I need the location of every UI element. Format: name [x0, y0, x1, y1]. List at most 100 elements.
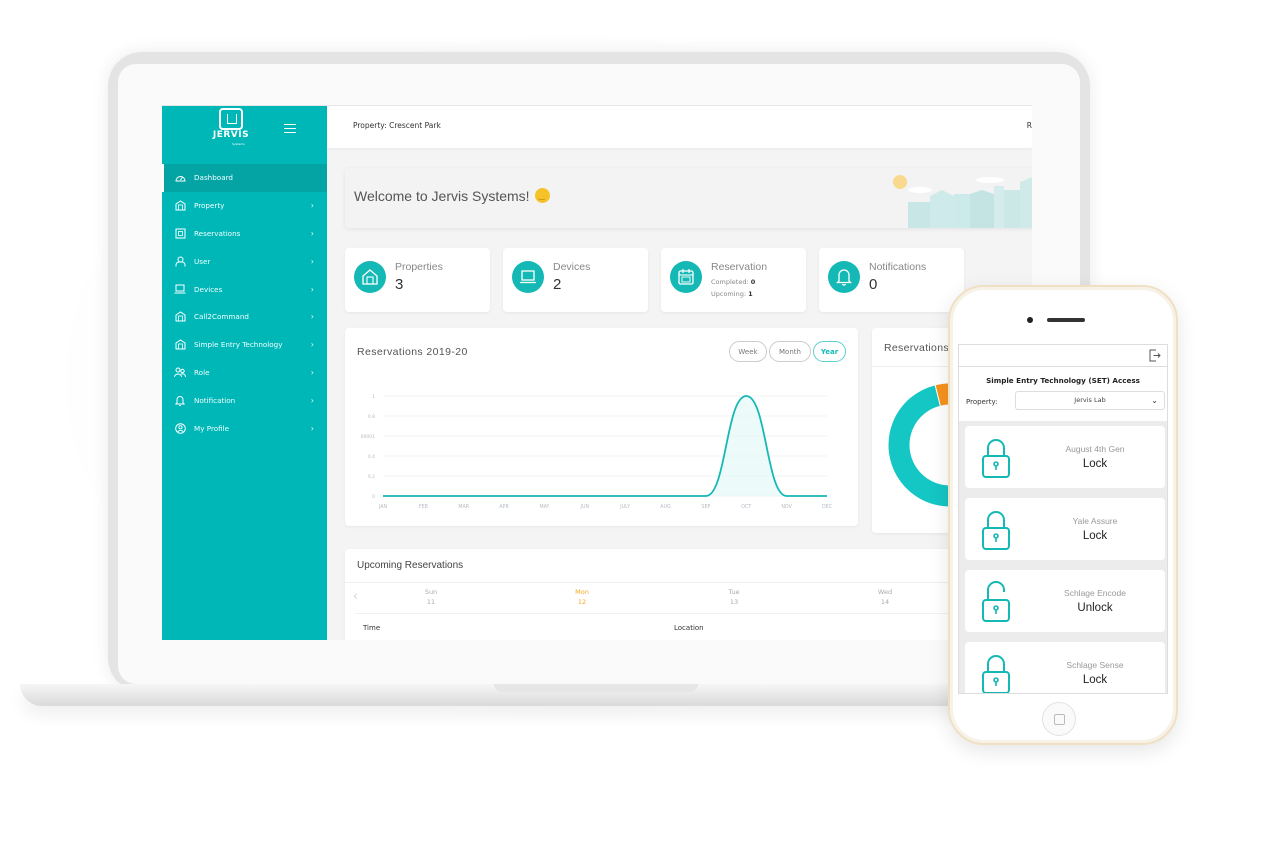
sidebar-item-label: Simple Entry Technology: [194, 340, 283, 350]
day-sun[interactable]: Sun 11: [401, 587, 461, 607]
current-property[interactable]: Property: Crescent Park: [353, 121, 441, 130]
divider: [345, 582, 1032, 583]
jervis-logo[interactable]: JERVIS Systems: [210, 108, 252, 154]
stat-value: 0: [869, 276, 878, 293]
topbar-right-text[interactable]: R: [1027, 121, 1032, 130]
day-wed[interactable]: Wed 14: [855, 587, 915, 607]
day-date: 14: [880, 598, 890, 606]
sidebar-nav: Dashboard Property › Reservations › User…: [162, 164, 327, 442]
sidebar-item-dashboard[interactable]: Dashboard: [162, 164, 327, 192]
sidebar-item-label: Notification: [194, 395, 236, 405]
city-illustration: [893, 175, 1032, 228]
x-tick-label: APR: [499, 504, 509, 510]
column-header-location: Location: [674, 624, 704, 632]
house-icon: [354, 261, 386, 293]
stat-card-reservation[interactable]: Reservation Completed: 0 Upcoming: 1: [661, 248, 806, 312]
laptop-notch: [494, 684, 698, 692]
day-date: 12: [577, 598, 587, 606]
x-tick-label: FEB: [419, 504, 428, 510]
lock-name: August 4th Gen: [1065, 444, 1125, 454]
sidebar-item-my-profile[interactable]: My Profile ›: [162, 414, 327, 442]
range-month-button[interactable]: Month: [769, 341, 811, 362]
upcoming-title: Upcoming Reservations: [357, 560, 464, 571]
bell-icon: [174, 394, 186, 406]
sidebar-item-label: Devices: [194, 284, 223, 294]
lock-action[interactable]: Unlock: [1025, 602, 1165, 614]
day-name: Tue: [728, 588, 740, 596]
completed-value: 0: [750, 278, 756, 286]
day-name: Mon: [575, 588, 589, 596]
lock-name: Schlage Sense: [1066, 660, 1124, 670]
sidebar-item-label: My Profile: [194, 423, 230, 433]
stat-card-notifications[interactable]: Notifications 0: [819, 248, 964, 312]
welcome-text-wrap: Welcome to Jervis Systems!: [354, 188, 551, 204]
x-tick-label: JAN: [378, 504, 388, 510]
reservations-line-chart: 0 0.2 0.4 00001 0.8 1 JAN FEB MAR APR MAY JUN JULY AU…: [361, 394, 833, 510]
chevron-right-icon: ›: [310, 201, 314, 211]
sidebar-item-reservations[interactable]: Reservations ›: [162, 220, 327, 248]
profile-icon: [174, 422, 186, 434]
range-year-button[interactable]: Year: [813, 341, 846, 362]
hamburger-menu-icon[interactable]: [284, 124, 296, 133]
logout-icon[interactable]: [1149, 349, 1161, 362]
upcoming-value: 1: [748, 290, 753, 298]
sidebar-item-property[interactable]: Property ›: [162, 192, 327, 220]
y-tick-label: 0.2: [368, 474, 375, 480]
stat-card-devices[interactable]: Devices 2: [503, 248, 648, 312]
chevron-right-icon: ›: [310, 340, 314, 350]
y-tick-label: 0.8: [368, 414, 375, 420]
sidebar-item-label: User: [194, 256, 211, 266]
range-week-button[interactable]: Week: [729, 341, 767, 362]
y-tick-label: 0: [372, 494, 375, 500]
sidebar: JERVIS Systems Dashboard Property › Rese…: [162, 106, 327, 640]
sidebar-item-user[interactable]: User ›: [162, 247, 327, 275]
sidebar-item-call2command[interactable]: Call2Command ›: [162, 303, 327, 331]
lock-action[interactable]: Lock: [1025, 458, 1165, 470]
property-select[interactable]: Jervis Lab ⌄: [1015, 391, 1165, 410]
sidebar-item-role[interactable]: Role ›: [162, 359, 327, 387]
day-date: 13: [729, 598, 739, 606]
chevron-right-icon: ›: [310, 284, 314, 294]
building-icon: [174, 311, 186, 323]
lock-action[interactable]: Lock: [1025, 674, 1165, 686]
x-tick-label: OCT: [741, 504, 751, 510]
building-icon: [174, 200, 186, 212]
lock-action[interactable]: Lock: [1025, 530, 1165, 542]
x-tick-label: DEC: [822, 504, 833, 510]
x-tick-label: MAR: [458, 504, 469, 510]
property-select-value: Jervis Lab: [1074, 396, 1106, 404]
sidebar-item-notification[interactable]: Notification ›: [162, 386, 327, 414]
dashboard-screen: JERVIS Systems Dashboard Property › Rese…: [162, 105, 1032, 640]
y-tick-label: 0.4: [368, 454, 375, 460]
series-area: [383, 396, 827, 496]
lock-card[interactable]: August 4th Gen Lock: [965, 426, 1165, 488]
bell-icon: [828, 261, 860, 293]
users-icon: [174, 366, 186, 378]
sidebar-item-label: Call2Command: [194, 312, 249, 322]
day-tue[interactable]: Tue 13: [704, 587, 764, 607]
sidebar-item-simple-entry-technology[interactable]: Simple Entry Technology ›: [162, 331, 327, 359]
set-access-title: Simple Entry Technology (SET) Access: [986, 376, 1140, 385]
stat-label: Properties: [395, 261, 443, 273]
lock-card[interactable]: Yale Assure Lock: [965, 498, 1165, 560]
lock-name: Yale Assure: [1072, 516, 1118, 526]
set-access-header: Simple Entry Technology (SET) Access Pro…: [959, 367, 1167, 421]
x-tick-label: JUN: [580, 504, 590, 510]
x-tick-label: MAY: [539, 504, 549, 510]
chevron-right-icon: ›: [310, 256, 314, 266]
x-tick-label: SEP: [701, 504, 710, 510]
laptop-icon: [512, 261, 544, 293]
completed-label: Completed:: [711, 278, 749, 286]
column-header-time: Time: [363, 624, 381, 632]
day-mon[interactable]: Mon 12: [552, 587, 612, 607]
phone-home-button[interactable]: [1042, 702, 1076, 736]
stat-label: Reservation: [711, 261, 768, 273]
stat-value: 2: [553, 276, 562, 293]
stat-card-properties[interactable]: Properties 3: [345, 248, 490, 312]
lock-card[interactable]: Schlage Encode Unlock: [965, 570, 1165, 632]
donut-title: Reservations: [884, 342, 949, 354]
previous-week-arrow[interactable]: ‹: [353, 589, 358, 603]
lock-card[interactable]: Schlage Sense Lock: [965, 642, 1165, 693]
sidebar-item-devices[interactable]: Devices ›: [162, 275, 327, 303]
topbar: Property: Crescent Park R: [327, 106, 1032, 148]
